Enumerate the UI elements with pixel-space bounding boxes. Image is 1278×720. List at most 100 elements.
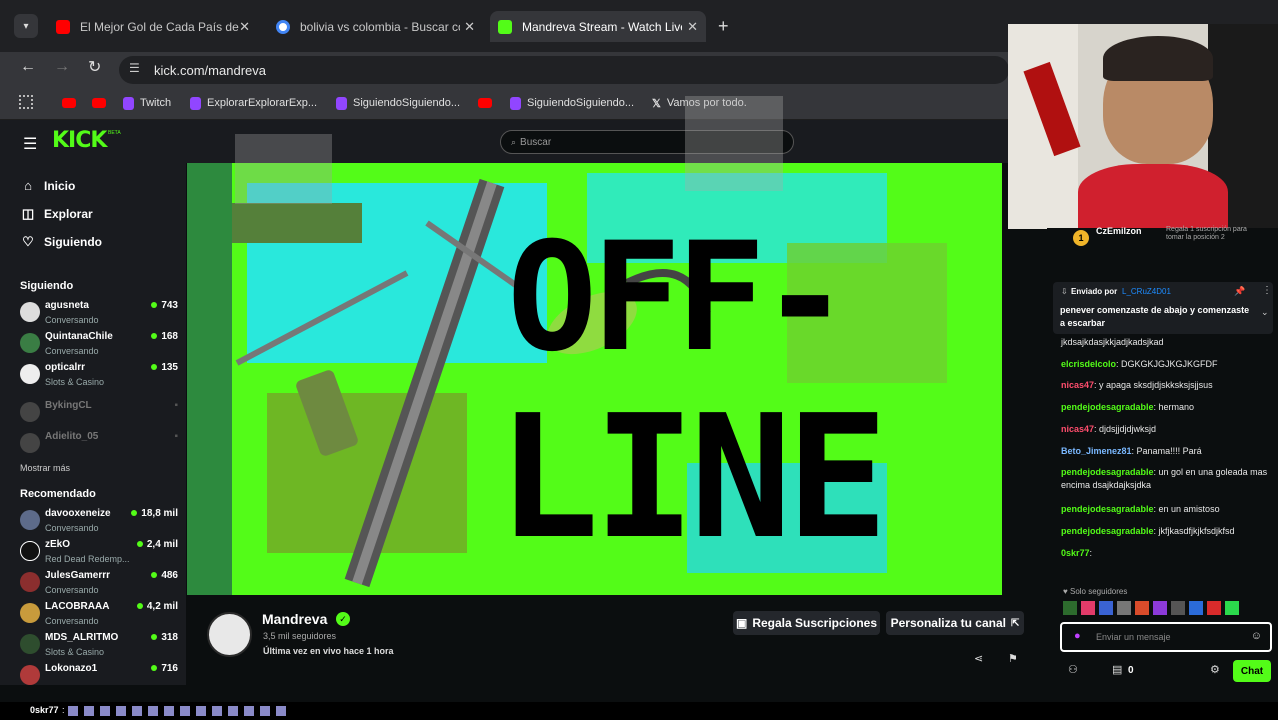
kick-icon: [498, 19, 512, 34]
sidebar-channel[interactable]: JulesGamerrr Conversando 486: [20, 570, 178, 600]
chat-text: : DGKGKJGJKGJKGFDF: [1116, 359, 1218, 369]
chat-message: pendejodesagradable: un gol en una golea…: [1061, 466, 1271, 492]
bookmark-item[interactable]: [478, 94, 498, 112]
sidebar-channel[interactable]: QuintanaChile Conversando 168: [20, 331, 178, 361]
bookmark-twitch[interactable]: Twitch: [123, 94, 171, 112]
points-count: 0: [1128, 665, 1134, 676]
sidebar-channel[interactable]: Adielito_05 ▪: [20, 431, 178, 461]
tab-google[interactable]: bolivia vs colombia - Buscar con ✕: [268, 11, 483, 42]
emote-icon[interactable]: [1189, 601, 1203, 615]
tab-search-dropdown-icon[interactable]: ▾: [14, 14, 38, 38]
emote-icon[interactable]: [1063, 601, 1077, 615]
compass-icon: ◫: [21, 206, 35, 221]
top-gifter-name[interactable]: CzEmilzon: [1096, 226, 1142, 236]
emote-icon[interactable]: [1117, 601, 1131, 615]
chat-username[interactable]: nicas47: [1061, 380, 1094, 390]
heart-icon: ♡: [22, 234, 34, 249]
kick-logo[interactable]: KICK: [52, 128, 107, 153]
twitch-icon: [190, 96, 201, 110]
sidebar-channel[interactable]: LACOBRAAA Conversando 4,2 mil: [20, 601, 178, 631]
bookmark-explorar[interactable]: ExplorarExplorarExp...: [190, 94, 317, 112]
video-player[interactable]: OFF- LINE: [187, 163, 1002, 595]
close-icon[interactable]: ✕: [464, 19, 475, 35]
emote-icon[interactable]: [1081, 601, 1095, 615]
menu-icon[interactable]: ☰: [23, 134, 37, 154]
x-icon: 𝕏: [652, 97, 661, 110]
avatar: [20, 510, 40, 530]
emote-strip: [68, 706, 292, 716]
top-gifter-note: Regala 1 suscripción para tomar la posic…: [1166, 226, 1247, 241]
chat-username[interactable]: Beto_Jimenez81: [1061, 446, 1132, 456]
chevron-down-icon[interactable]: ⌄: [1261, 307, 1269, 318]
back-icon[interactable]: ←: [20, 58, 36, 76]
chat-username[interactable]: pendejodesagradable: [1061, 402, 1154, 412]
webcam-overlay: [1008, 24, 1278, 229]
bookmark-item[interactable]: [92, 94, 112, 112]
channel-avatar[interactable]: [207, 612, 252, 657]
chat-users-icon[interactable]: ⚇: [1068, 663, 1078, 676]
show-more-link[interactable]: Mostrar más: [20, 463, 70, 473]
chat-send-button[interactable]: Chat: [1233, 660, 1271, 682]
chat-message: elcrisdelcolo: DGKGKJGJKGJKGFDF: [1061, 358, 1271, 371]
tab-youtube[interactable]: El Mejor Gol de Cada País de Am ✕: [48, 11, 258, 42]
more-options-icon[interactable]: ⋮: [1262, 285, 1272, 296]
bookmark-siguiendo-2[interactable]: SiguiendoSiguiendo...: [510, 94, 634, 112]
reload-icon[interactable]: ↻: [88, 57, 101, 77]
google-icon: [276, 19, 290, 34]
gear-icon[interactable]: ⚙: [1210, 663, 1220, 676]
chat-username[interactable]: pendejodesagradable: [1061, 504, 1154, 514]
following-heading: Siguiendo: [20, 280, 74, 292]
nav-explorar[interactable]: ◫ Explorar: [20, 206, 93, 222]
nav-siguiendo[interactable]: ♡ Siguiendo: [20, 234, 102, 250]
chest-icon[interactable]: ▤: [1112, 663, 1122, 676]
verified-icon: ✓: [336, 612, 350, 626]
chat-username[interactable]: pendejodesagradable: [1061, 467, 1154, 477]
url-input[interactable]: ☰ kick.com/mandreva: [119, 56, 1009, 84]
sidebar-channel[interactable]: agusneta Conversando 743: [20, 300, 178, 330]
close-icon[interactable]: ✕: [239, 19, 250, 35]
pinned-by-label: Enviado por: [1071, 287, 1118, 296]
forward-icon[interactable]: →: [54, 58, 70, 76]
sidebar-channel[interactable]: MDS_ALRITMO Slots & Casino 318: [20, 632, 178, 662]
apps-grid-icon[interactable]: [19, 95, 33, 109]
report-icon[interactable]: ⚑: [1008, 652, 1018, 665]
sidebar-channel[interactable]: Lokonazo1 716: [20, 663, 178, 693]
nav-inicio[interactable]: ⌂ Inicio: [20, 178, 75, 193]
gift-subscriptions-button[interactable]: ▣ Regala Suscripciones: [733, 611, 880, 635]
chat-input[interactable]: ● Enviar un mensaje ☺: [1060, 622, 1272, 652]
emote-icon[interactable]: [1135, 601, 1149, 615]
sidebar-channel[interactable]: davooxeneize Conversando 18,8 mil: [20, 508, 178, 538]
offline-icon: ▪: [174, 431, 178, 442]
emote-icon[interactable]: [1207, 601, 1221, 615]
emote-icon[interactable]: [1225, 601, 1239, 615]
channel-name[interactable]: Mandreva: [262, 611, 327, 627]
emote-icon[interactable]: [1099, 601, 1113, 615]
customize-channel-button[interactable]: Personaliza tu canal ⇱: [886, 611, 1024, 635]
avatar: [20, 433, 40, 453]
chat-username[interactable]: pendejodesagradable: [1061, 526, 1154, 536]
chat-message: nicas47: djdsjjdjdjwksjd: [1061, 423, 1271, 436]
emote-icon[interactable]: [1171, 601, 1185, 615]
microphone-icon[interactable]: ●: [1074, 630, 1081, 642]
chat-username[interactable]: nicas47: [1061, 424, 1094, 434]
bottom-ticker: 0skr77 :: [0, 702, 1278, 720]
new-tab-button[interactable]: +: [718, 16, 729, 37]
bookmark-siguiendo[interactable]: SiguiendoSiguiendo...: [336, 94, 460, 112]
site-info-icon[interactable]: ☰: [129, 61, 140, 75]
emoji-icon[interactable]: ☺: [1251, 630, 1262, 642]
close-icon[interactable]: ✕: [687, 19, 698, 35]
bookmark-item[interactable]: [62, 94, 82, 112]
chat-username[interactable]: 0skr77: [1061, 548, 1090, 558]
sidebar-channel[interactable]: zEkO Red Dead Redemp... 2,4 mil: [20, 539, 178, 569]
avatar: [20, 541, 40, 561]
chat-username[interactable]: elcrisdelcolo: [1061, 359, 1116, 369]
share-icon[interactable]: ⋖: [974, 652, 983, 665]
unpin-icon[interactable]: 📌: [1234, 286, 1245, 297]
sidebar-channel[interactable]: opticalrr Slots & Casino 135: [20, 362, 178, 392]
pinned-by-user[interactable]: L_CRuZ4D01: [1122, 287, 1171, 296]
avatar: [20, 572, 40, 592]
sidebar-channel[interactable]: BykingCL ▪: [20, 400, 178, 430]
tab-kick[interactable]: Mandreva Stream - Watch Live ✕: [490, 11, 706, 42]
emote-icon[interactable]: [1153, 601, 1167, 615]
youtube-icon: [56, 19, 70, 34]
